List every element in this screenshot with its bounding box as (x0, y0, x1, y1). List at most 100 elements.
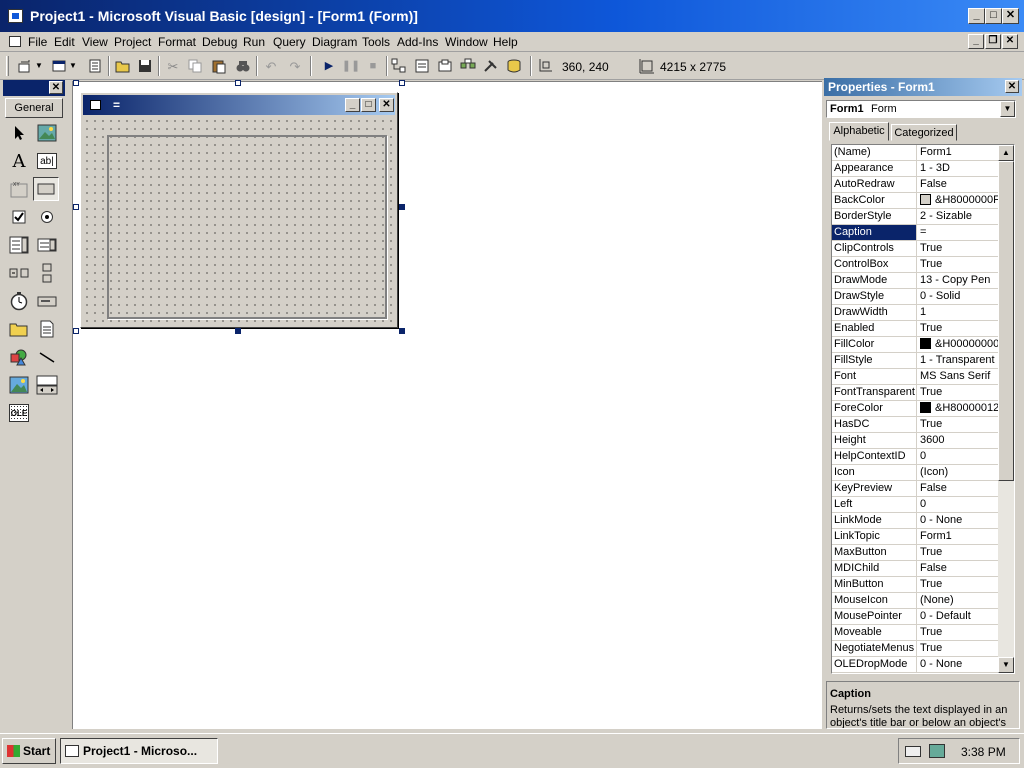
image-icon[interactable] (7, 373, 31, 397)
minimize-button[interactable]: _ (968, 8, 985, 24)
property-row[interactable]: Caption = (832, 225, 998, 241)
property-row[interactable]: (Name) Form1 (832, 145, 998, 161)
property-name[interactable]: MaxButton (832, 545, 917, 560)
property-row[interactable]: MouseIcon (None) (832, 593, 998, 609)
mdi-close-button[interactable]: ✕ (1002, 34, 1018, 49)
menu-add-ins[interactable]: Add-Ins (397, 35, 438, 49)
resize-handle-s[interactable] (235, 328, 241, 334)
property-row[interactable]: Height 3600 (832, 433, 998, 449)
undo-icon[interactable]: ↶ (262, 57, 280, 75)
property-row[interactable]: MaxButton True (832, 545, 998, 561)
property-row[interactable]: ControlBox True (832, 257, 998, 273)
vb-app-icon[interactable] (8, 9, 23, 23)
resize-handle-sw[interactable] (73, 328, 79, 334)
property-name[interactable]: BorderStyle (832, 209, 917, 224)
textbox-icon[interactable]: ab| (37, 153, 57, 169)
properties-close-button[interactable]: ✕ (1005, 80, 1019, 93)
property-row[interactable]: DrawStyle 0 - Solid (832, 289, 998, 305)
property-row[interactable]: BorderStyle 2 - Sizable (832, 209, 998, 225)
save-project-icon[interactable] (136, 57, 154, 75)
resize-handle-w[interactable] (73, 204, 79, 210)
property-value[interactable]: True (918, 641, 998, 656)
property-name[interactable]: (Name) (832, 145, 917, 160)
pointer-icon[interactable] (7, 121, 31, 145)
add-project-dropdown-icon[interactable]: ▼ (34, 57, 44, 75)
document-menu-icon[interactable] (9, 36, 21, 47)
add-project-icon[interactable] (16, 57, 34, 75)
tab-categorized[interactable]: Categorized (891, 124, 957, 141)
property-value[interactable]: True (918, 385, 998, 400)
property-value[interactable]: True (918, 545, 998, 560)
property-value[interactable]: Form1 (918, 145, 998, 160)
property-row[interactable]: Icon (Icon) (832, 465, 998, 481)
property-name[interactable]: DrawWidth (832, 305, 917, 320)
property-value[interactable]: &H00000000 (918, 337, 998, 352)
scroll-thumb[interactable] (998, 161, 1014, 481)
object-browser-icon[interactable] (459, 57, 477, 75)
close-button[interactable]: ✕ (1002, 8, 1019, 24)
property-row[interactable]: MinButton True (832, 577, 998, 593)
label-icon[interactable]: A (7, 149, 31, 173)
property-row[interactable]: HasDC True (832, 417, 998, 433)
menu-format[interactable]: Format (158, 35, 196, 49)
property-value[interactable]: = (918, 225, 998, 240)
property-name[interactable]: Enabled (832, 321, 917, 336)
form1-titlebar[interactable]: = _ □ ✕ (83, 95, 395, 115)
property-name[interactable]: Moveable (832, 625, 917, 640)
scroll-up-icon[interactable]: ▲ (998, 145, 1014, 161)
property-name[interactable]: Appearance (832, 161, 917, 176)
shape-icon[interactable] (7, 345, 31, 369)
data-view-icon[interactable] (505, 57, 523, 75)
checkbox-icon[interactable] (7, 205, 31, 229)
property-value[interactable]: 0 - None (918, 657, 998, 672)
optionbutton-icon[interactable] (35, 205, 59, 229)
scroll-down-icon[interactable]: ▼ (998, 657, 1014, 673)
property-value[interactable]: True (918, 625, 998, 640)
property-row[interactable]: FillStyle 1 - Transparent (832, 353, 998, 369)
start-button[interactable]: Start (2, 738, 56, 764)
copy-icon[interactable] (186, 57, 204, 75)
form-layout-icon[interactable] (436, 57, 454, 75)
frame-control[interactable] (107, 135, 387, 319)
property-row[interactable]: Enabled True (832, 321, 998, 337)
property-value[interactable]: False (918, 177, 998, 192)
resize-handle-se[interactable] (399, 328, 405, 334)
property-value[interactable]: 0 - None (918, 513, 998, 528)
clock[interactable]: 3:38 PM (961, 745, 1006, 759)
toolbox-icon[interactable] (482, 57, 500, 75)
project-explorer-icon[interactable] (390, 57, 408, 75)
timer-icon[interactable] (7, 289, 31, 313)
property-name[interactable]: LinkTopic (832, 529, 917, 544)
property-value[interactable]: Form1 (918, 529, 998, 544)
keyboard-icon[interactable] (905, 746, 921, 757)
properties-titlebar[interactable]: Properties - Form1 ✕ (824, 78, 1022, 96)
property-value[interactable]: 0 - Solid (918, 289, 998, 304)
property-row[interactable]: AutoRedraw False (832, 177, 998, 193)
property-name[interactable]: FontTransparent (832, 385, 917, 400)
drivelistbox-icon[interactable] (35, 289, 59, 313)
mdi-minimize-button[interactable]: _ (968, 34, 984, 49)
menu-tools[interactable]: Tools (362, 35, 390, 49)
tab-alphabetic[interactable]: Alphabetic (829, 122, 889, 141)
property-value[interactable]: True (918, 257, 998, 272)
property-name[interactable]: Icon (832, 465, 917, 480)
form-close-button[interactable]: ✕ (379, 98, 394, 112)
resize-handle-nw[interactable] (73, 80, 79, 86)
property-value[interactable]: 13 - Copy Pen (918, 273, 998, 288)
property-value[interactable]: True (918, 241, 998, 256)
property-value[interactable]: &H80000012 (918, 401, 998, 416)
property-row[interactable]: LinkMode 0 - None (832, 513, 998, 529)
menu-help[interactable]: Help (493, 35, 518, 49)
form1-designer[interactable]: = _ □ ✕ (80, 92, 398, 328)
property-row[interactable]: BackColor &H8000000F (832, 193, 998, 209)
property-value[interactable]: False (918, 481, 998, 496)
property-name[interactable]: HasDC (832, 417, 917, 432)
property-row[interactable]: Font MS Sans Serif (832, 369, 998, 385)
property-value[interactable]: 0 (918, 449, 998, 464)
menu-window[interactable]: Window (445, 35, 488, 49)
menu-editor-icon[interactable] (86, 57, 104, 75)
property-row[interactable]: HelpContextID 0 (832, 449, 998, 465)
menu-view[interactable]: View (82, 35, 108, 49)
property-row[interactable]: NegotiateMenus True (832, 641, 998, 657)
menu-debug[interactable]: Debug (202, 35, 237, 49)
